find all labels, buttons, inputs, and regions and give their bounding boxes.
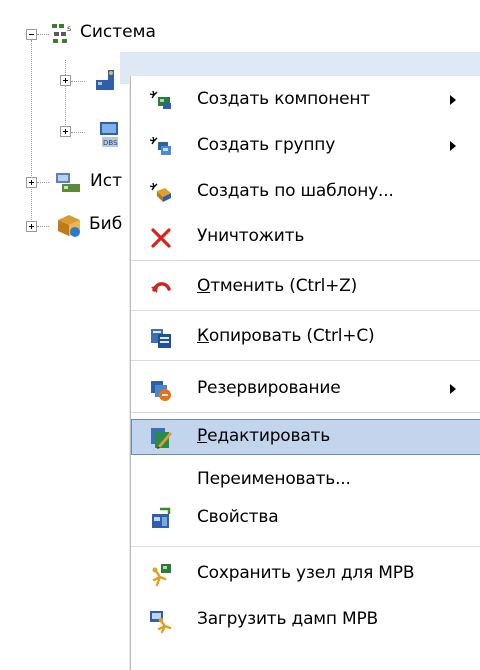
menu-item-label: Создать группу xyxy=(197,135,336,155)
menu-separator xyxy=(131,546,480,547)
collapse-toggle[interactable] xyxy=(26,29,37,40)
data-source-icon xyxy=(54,170,82,196)
menu-item-label: Сохранить узел для МРВ xyxy=(197,563,415,583)
library-icon xyxy=(55,212,83,240)
network-structure-icon: s xyxy=(51,22,73,44)
menu-item-label: Создать компонент xyxy=(197,89,371,109)
new-group-icon xyxy=(149,135,173,159)
menu-item-label: Создать по шаблону... xyxy=(197,181,394,201)
menu-separator xyxy=(131,310,480,311)
submenu-arrow-icon xyxy=(450,141,456,151)
tree-connector xyxy=(65,60,66,135)
menu-item-properties[interactable]: Свойства xyxy=(131,500,480,536)
delete-x-icon xyxy=(149,226,173,250)
tree-connector xyxy=(37,34,49,35)
expand-toggle[interactable] xyxy=(60,126,71,137)
menu-item-create-group[interactable]: Создать группу xyxy=(131,128,480,164)
submenu-arrow-icon xyxy=(450,95,456,105)
tree-item-source[interactable]: Ист xyxy=(90,171,122,191)
expand-toggle[interactable] xyxy=(26,221,37,232)
context-menu: Создать компонент Создать группу Создать… xyxy=(130,76,480,670)
menu-separator xyxy=(131,412,480,413)
menu-item-undo[interactable]: Отменить (Ctrl+Z) xyxy=(131,269,480,305)
menu-item-label: Копировать (Ctrl+C) xyxy=(197,326,375,346)
menu-item-redundancy[interactable]: Резервирование xyxy=(131,371,480,407)
copy-icon xyxy=(149,326,173,350)
tree-item-library[interactable]: Биб xyxy=(89,214,122,234)
expand-toggle[interactable] xyxy=(26,177,37,188)
menu-item-label: Свойства xyxy=(197,507,279,527)
edit-icon xyxy=(149,426,173,450)
tree-connector xyxy=(37,182,49,183)
create-from-template-icon xyxy=(149,181,173,205)
menu-item-create-component[interactable]: Создать компонент xyxy=(131,82,480,118)
menu-item-load-dump[interactable]: Загрузить дамп МРВ xyxy=(131,602,480,638)
menu-separator xyxy=(131,360,480,361)
new-component-icon xyxy=(149,89,173,113)
save-node-icon xyxy=(149,563,173,587)
undo-icon xyxy=(149,276,173,300)
svg-text:s: s xyxy=(67,24,71,33)
tree-item-system[interactable]: Система xyxy=(80,22,156,42)
menu-item-label: Уничтожить xyxy=(197,226,305,246)
menu-item-label: Редактировать xyxy=(197,426,331,446)
submenu-arrow-icon xyxy=(450,384,456,394)
load-dump-icon xyxy=(149,609,173,634)
menu-item-edit[interactable]: Редактировать xyxy=(131,419,480,455)
menu-item-rename[interactable]: Переименовать... xyxy=(131,462,480,498)
menu-item-label: Отменить (Ctrl+Z) xyxy=(197,276,358,296)
tree-connector xyxy=(31,40,32,230)
menu-item-copy[interactable]: Копировать (Ctrl+C) xyxy=(131,319,480,355)
menu-item-save-node[interactable]: Сохранить узел для МРВ xyxy=(131,556,480,592)
properties-icon xyxy=(149,507,173,531)
expand-toggle[interactable] xyxy=(60,75,71,86)
menu-item-create-from-template[interactable]: Создать по шаблону... xyxy=(131,174,480,210)
menu-item-label: Резервирование xyxy=(197,378,341,398)
redundancy-icon xyxy=(149,378,173,402)
menu-separator xyxy=(131,260,480,261)
tree-connector xyxy=(71,81,85,82)
server-component-icon[interactable] xyxy=(92,66,120,94)
tree-connector xyxy=(71,132,85,133)
database-computer-icon[interactable]: DBS xyxy=(96,120,124,150)
tree-connector xyxy=(37,226,49,227)
menu-item-delete[interactable]: Уничтожить xyxy=(131,219,480,255)
svg-text:DBS: DBS xyxy=(103,139,118,147)
menu-item-label: Переименовать... xyxy=(197,469,351,489)
menu-item-label: Загрузить дамп МРВ xyxy=(197,609,379,629)
